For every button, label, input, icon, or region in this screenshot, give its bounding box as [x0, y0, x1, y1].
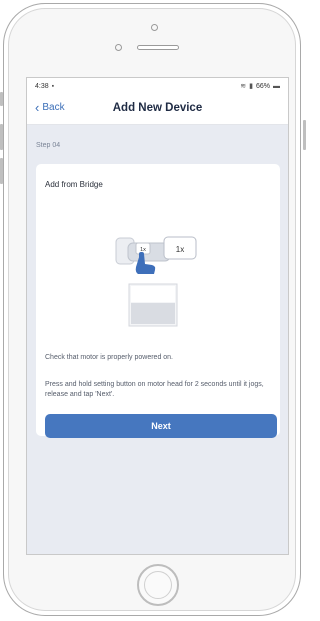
speaker-grille	[137, 45, 179, 50]
sensor-icon	[115, 44, 122, 51]
battery-icon: ▬	[273, 82, 280, 90]
phone-frame: 4:38 ▪ ≋ ▮ 66% ▬ ‹ Back Add New Device S…	[3, 3, 301, 616]
device-indicator-box	[128, 283, 178, 327]
power-button[interactable]	[303, 120, 306, 150]
notification-icon: ▪	[51, 82, 55, 90]
wifi-icon: ≋	[240, 83, 247, 90]
next-button[interactable]: Next	[45, 414, 277, 438]
instruction-press-hold: Press and hold setting button on motor h…	[45, 381, 264, 398]
battery-text: 66%	[255, 82, 270, 90]
camera-icon	[151, 24, 158, 31]
mute-switch[interactable]	[0, 92, 3, 106]
setup-card: Add from Bridge 1x 1x Check that motor i…	[36, 164, 280, 438]
status-bar: 4:38 ▪ ≋ ▮ 66% ▬	[27, 78, 288, 94]
phone-screen: 4:38 ▪ ≋ ▮ 66% ▬ ‹ Back Add New Device S…	[26, 77, 289, 555]
volume-down-button[interactable]	[0, 158, 3, 184]
home-button[interactable]	[137, 564, 179, 606]
instruction-power: Check that motor is properly powered on.	[45, 354, 174, 361]
step-label: Step 04	[36, 142, 61, 149]
badge-large-text: 1x	[176, 245, 184, 254]
status-time: 4:38	[35, 82, 49, 90]
nav-bar: ‹ Back Add New Device	[27, 94, 288, 125]
volume-up-button[interactable]	[0, 124, 3, 150]
motor-illustration: 1x 1x	[115, 236, 197, 327]
signal-icon: ▮	[249, 83, 253, 90]
press-badge-large: 1x	[163, 236, 197, 260]
page-title: Add New Device	[112, 102, 203, 114]
